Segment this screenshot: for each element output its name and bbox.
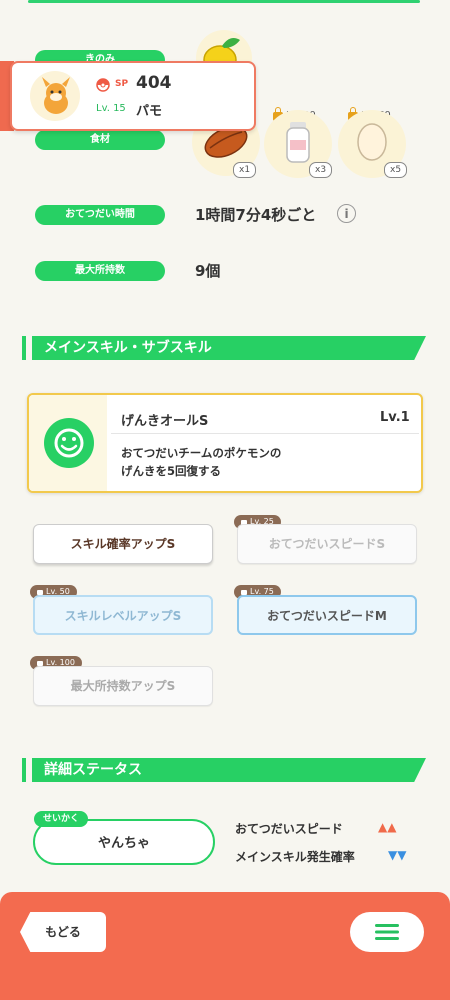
smile-skill-icon <box>44 418 94 468</box>
hamburger-icon <box>375 924 399 940</box>
pokemon-name: パモ <box>136 104 163 119</box>
sub-skill-5-button[interactable]: 最大所持数アップS <box>33 666 213 706</box>
skill-divider <box>111 433 419 434</box>
skills-section-header: メインスキル・サブスキル <box>22 336 426 360</box>
details-section-header: 詳細ステータス <box>22 758 426 782</box>
ingredient-2-count: x3 <box>309 162 333 178</box>
nature-tag: せいかく <box>34 811 89 827</box>
top-divider <box>28 0 420 3</box>
menu-button[interactable] <box>350 912 424 952</box>
ingredients-label: 食材 <box>35 130 165 150</box>
section-bar <box>22 758 26 782</box>
main-skill-desc-1: おてつだいチームのポケモンの <box>121 446 282 460</box>
milk-bottle-icon <box>286 122 310 163</box>
details-section-title: 詳細ステータス <box>44 762 142 778</box>
nature-up-mark: ▲▲ <box>378 820 397 834</box>
nature-up-label: おてつだいスピード <box>235 822 343 836</box>
pokeball-icon <box>96 78 110 92</box>
max-carry-value: 9個 <box>195 262 221 280</box>
nature-down-mark: ▼▼ <box>388 848 407 862</box>
help-time-value: 1時間7分4秒ごと <box>195 206 317 224</box>
nature-value: やんちゃ <box>97 836 150 851</box>
max-carry-label: 最大所持数 <box>35 261 165 281</box>
pawmi-avatar <box>42 77 70 114</box>
main-skill-card[interactable]: げんきオールS Lv.1 おてつだいチームのポケモンの げんきを5回復する <box>27 393 423 493</box>
section-bar <box>22 336 26 360</box>
main-skill-name: げんきオールS <box>121 414 209 429</box>
main-skill-desc-2: げんきを5回復する <box>121 464 222 478</box>
ingredient-3-count: x5 <box>384 162 408 178</box>
ingredient-1-count: x1 <box>233 162 257 178</box>
sub-skill-1-button[interactable]: スキル確率アップS <box>33 524 213 564</box>
sp-value: 404 <box>136 73 172 93</box>
back-button[interactable]: もどる <box>20 912 106 952</box>
sub-skill-4-button[interactable]: おてつだいスピードM <box>237 595 417 635</box>
pokemon-level: Lv. 15 <box>96 103 126 114</box>
egg-icon <box>357 123 387 161</box>
sub-skill-2-button[interactable]: おてつだいスピードS <box>237 524 417 564</box>
sp-label: SP <box>115 79 129 89</box>
info-icon[interactable]: i <box>337 204 356 223</box>
main-skill-level: Lv.1 <box>380 410 410 425</box>
skills-section-title: メインスキル・サブスキル <box>44 340 212 356</box>
sub-skill-3-button[interactable]: スキルレベルアップS <box>33 595 213 635</box>
nature-down-label: メインスキル発生確率 <box>235 850 355 864</box>
help-time-label: おてつだい時間 <box>35 205 165 225</box>
profile-card[interactable]: SP 404 Lv. 15 パモ <box>10 61 256 131</box>
